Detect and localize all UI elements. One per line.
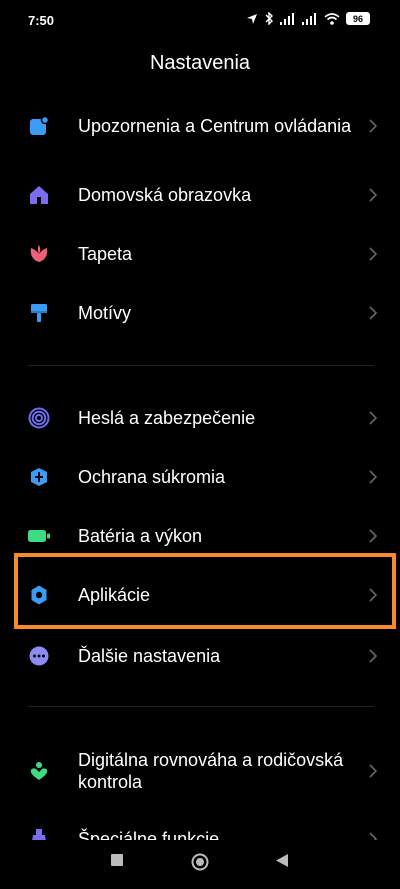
home-circle-icon[interactable] [191, 853, 209, 871]
settings-item-themes[interactable]: Motívy [0, 302, 400, 324]
wallpaper-flower-icon [28, 243, 50, 265]
chevron-right-icon [369, 411, 378, 425]
notification-icon [28, 115, 50, 137]
settings-item-privacy[interactable]: Ochrana súkromia [0, 466, 400, 488]
recents-square-icon[interactable] [111, 854, 123, 866]
item-label: Motívy [78, 303, 132, 323]
fingerprint-icon [28, 407, 50, 429]
settings-item-home-screen[interactable]: Domovská obrazovka [0, 184, 400, 206]
bluetooth-icon [265, 12, 273, 25]
settings-item-more-settings[interactable]: Ďalšie nastavenia [0, 645, 400, 667]
chevron-right-icon [369, 247, 378, 261]
item-label: Batéria a výkon [78, 526, 203, 546]
item-label: Ďalšie nastavenia [78, 646, 221, 666]
settings-item-battery[interactable]: Batéria a výkon [0, 525, 400, 547]
battery-icon [28, 525, 50, 547]
signal-2-icon [302, 12, 316, 25]
item-label: Upozornenia a Centrum ovládania [78, 116, 352, 136]
chevron-right-icon [369, 649, 378, 663]
battery-indicator: 96 [346, 12, 370, 25]
chevron-right-icon [369, 529, 378, 543]
chevron-right-icon [369, 119, 378, 133]
item-label: Tapeta [78, 244, 133, 264]
chevron-right-icon [369, 188, 378, 202]
item-label: Heslá a zabezpečenie [78, 408, 256, 428]
more-settings-icon [28, 645, 50, 667]
back-triangle-icon[interactable] [276, 854, 288, 867]
status-bar: 7:50 96 [0, 0, 400, 42]
section-divider [28, 365, 374, 366]
settings-item-notifications[interactable]: Upozornenia a Centrum ovládania [0, 103, 400, 149]
page-title: Nastavenia [149, 52, 251, 74]
item-label: Domovská obrazovka [78, 185, 252, 205]
chevron-right-icon [369, 306, 378, 320]
status-icons: 96 [246, 12, 370, 25]
home-icon [28, 184, 50, 206]
chevron-right-icon [369, 764, 378, 778]
settings-item-passwords-security[interactable]: Heslá a zabezpečenie [0, 407, 400, 429]
settings-item-wallpaper[interactable]: Tapeta [0, 243, 400, 265]
navigation-bar [0, 840, 400, 889]
digital-wellbeing-icon [28, 760, 50, 782]
highlight-box [14, 553, 396, 629]
settings-item-digital-wellbeing[interactable]: Digitálna rovnováha a rodičovská kontrol… [0, 748, 400, 794]
location-icon [247, 13, 257, 24]
status-time: 7:50 [28, 13, 55, 28]
section-divider [28, 706, 374, 707]
themes-brush-icon [28, 302, 50, 324]
privacy-shield-icon [28, 466, 50, 488]
wifi-icon [324, 12, 340, 25]
item-label: Digitálna rovnováha a rodičovská kontrol… [78, 750, 344, 792]
signal-icon [280, 12, 294, 25]
item-label: Ochrana súkromia [78, 467, 226, 487]
chevron-right-icon [369, 470, 378, 484]
